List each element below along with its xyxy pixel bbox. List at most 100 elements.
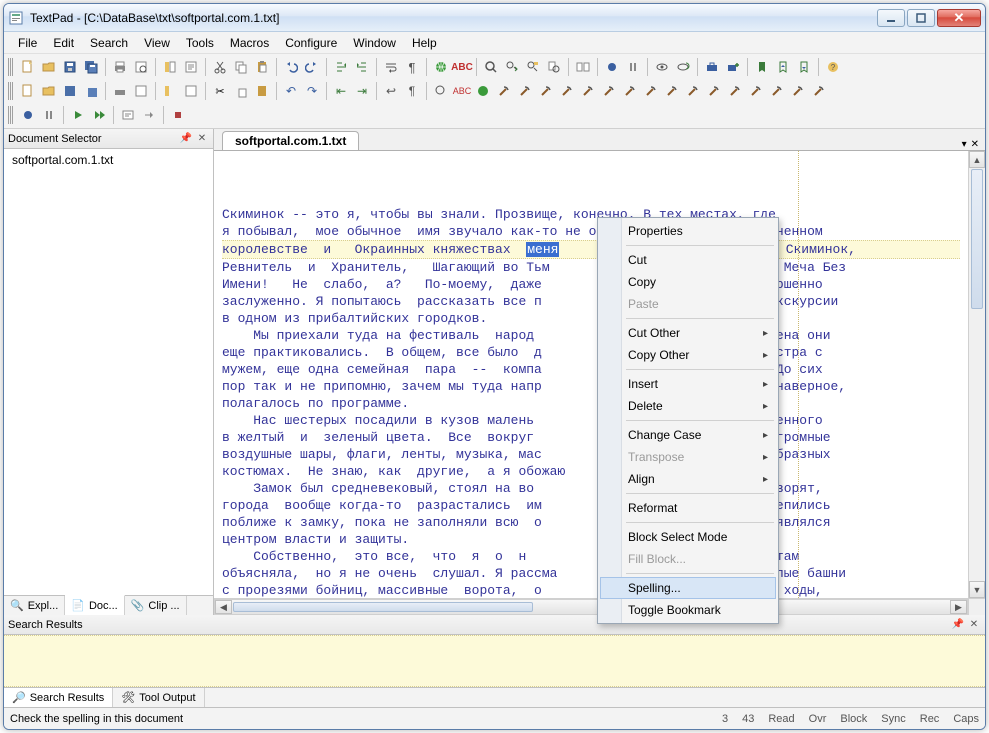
indent-right-icon[interactable]: [352, 57, 372, 77]
print-icon[interactable]: [110, 81, 130, 101]
external-tool-add-icon[interactable]: [723, 57, 743, 77]
menu-help[interactable]: Help: [404, 33, 445, 53]
paste-icon[interactable]: [252, 57, 272, 77]
cm-spelling[interactable]: Spelling...: [600, 577, 776, 599]
find-icon[interactable]: [431, 81, 451, 101]
menu-view[interactable]: View: [136, 33, 178, 53]
indent-left-icon[interactable]: ⇤: [331, 81, 351, 101]
cm-change-case[interactable]: Change Case: [600, 424, 776, 446]
word-wrap-icon[interactable]: [381, 57, 401, 77]
print-icon[interactable]: [110, 57, 130, 77]
tab-dropdown-icon[interactable]: ▾: [962, 139, 967, 150]
bookmark-icon[interactable]: [752, 57, 772, 77]
tool-pickaxe-icon[interactable]: [788, 81, 808, 101]
cm-align[interactable]: Align: [600, 468, 776, 490]
toolbar-grip[interactable]: [8, 82, 13, 100]
cm-cut[interactable]: Cut: [600, 249, 776, 271]
paste-icon[interactable]: [252, 81, 272, 101]
spelling-icon[interactable]: ABC: [452, 81, 472, 101]
titlebar[interactable]: TextPad - [C:\DataBase\txt\softportal.co…: [4, 4, 985, 32]
tool-pickaxe-icon[interactable]: [704, 81, 724, 101]
indent-left-icon[interactable]: [331, 57, 351, 77]
replace-icon[interactable]: [523, 57, 543, 77]
redo-icon[interactable]: ↷: [302, 81, 322, 101]
macros-list-icon[interactable]: [118, 105, 138, 125]
tool-pickaxe-icon[interactable]: [620, 81, 640, 101]
view-spy-icon[interactable]: [652, 57, 672, 77]
macros-step-icon[interactable]: [139, 105, 159, 125]
tool-pickaxe-icon[interactable]: [599, 81, 619, 101]
close-icon[interactable]: ✕: [195, 132, 209, 146]
panel-header[interactable]: Search Results 📌 ✕: [4, 615, 985, 635]
pause-macro-icon[interactable]: [39, 105, 59, 125]
document-tab[interactable]: softportal.com.1.txt: [222, 131, 359, 150]
word-wrap-icon[interactable]: ↩: [381, 81, 401, 101]
save-icon[interactable]: [60, 57, 80, 77]
new-file-icon[interactable]: [18, 57, 38, 77]
indent-right-icon[interactable]: ⇥: [352, 81, 372, 101]
tool-pickaxe-icon[interactable]: [557, 81, 577, 101]
redo-icon[interactable]: [302, 57, 322, 77]
tool-pickaxe-icon[interactable]: [809, 81, 829, 101]
scroll-thumb[interactable]: [233, 602, 533, 612]
close-button[interactable]: ✕: [937, 9, 981, 27]
undo-icon[interactable]: [281, 57, 301, 77]
tool-pickaxe-icon[interactable]: [683, 81, 703, 101]
tool-pickaxe-icon[interactable]: [515, 81, 535, 101]
spelling-icon[interactable]: ABC: [452, 57, 472, 77]
find-next-icon[interactable]: [502, 57, 522, 77]
document-list-item[interactable]: softportal.com.1.txt: [6, 151, 211, 169]
tool-pickaxe-icon[interactable]: [746, 81, 766, 101]
play-macro-icon[interactable]: [68, 105, 88, 125]
close-icon[interactable]: ✕: [967, 618, 981, 632]
record-macro-dot-icon[interactable]: [18, 105, 38, 125]
scroll-left-icon[interactable]: ◀: [215, 600, 232, 614]
undo-icon[interactable]: ↶: [281, 81, 301, 101]
cut-icon[interactable]: [210, 57, 230, 77]
cm-block-select[interactable]: Block Select Mode: [600, 526, 776, 548]
cm-transpose[interactable]: Transpose: [600, 446, 776, 468]
doc-selector-icon[interactable]: [160, 81, 180, 101]
cm-cut-other[interactable]: Cut Other: [600, 322, 776, 344]
browser-icon[interactable]: [431, 57, 451, 77]
menu-window[interactable]: Window: [345, 33, 404, 53]
minimize-button[interactable]: [877, 9, 905, 27]
scroll-right-icon[interactable]: ▶: [950, 600, 967, 614]
panel-header[interactable]: Document Selector 📌 ✕: [4, 129, 213, 149]
cm-toggle-bookmark[interactable]: Toggle Bookmark: [600, 599, 776, 621]
vertical-scrollbar[interactable]: ▲ ▼: [968, 151, 985, 598]
search-results-body[interactable]: [4, 635, 985, 687]
prev-bookmark-icon[interactable]: [773, 57, 793, 77]
pin-icon[interactable]: 📌: [951, 618, 965, 632]
browser-icon[interactable]: [473, 81, 493, 101]
tab-tool-output[interactable]: 🛠Tool Output: [113, 688, 204, 707]
tool-pickaxe-icon[interactable]: [767, 81, 787, 101]
show-whitespace-icon[interactable]: ¶: [402, 81, 422, 101]
menu-search[interactable]: Search: [82, 33, 136, 53]
toolbar-grip[interactable]: [8, 58, 13, 76]
tool-pickaxe-icon[interactable]: [536, 81, 556, 101]
cm-delete[interactable]: Delete: [600, 395, 776, 417]
view-spy-reload-icon[interactable]: [673, 57, 693, 77]
tab-clip[interactable]: 📎Clip ...: [125, 596, 187, 615]
cm-reformat[interactable]: Reformat: [600, 497, 776, 519]
open-file-icon[interactable]: [39, 57, 59, 77]
copy-icon[interactable]: [231, 57, 251, 77]
menu-tools[interactable]: Tools: [178, 33, 222, 53]
cm-properties[interactable]: Properties: [600, 220, 776, 242]
help-icon[interactable]: ?: [823, 57, 843, 77]
tab-document[interactable]: 📄Doc...: [65, 595, 124, 615]
toolbar-grip[interactable]: [8, 106, 13, 124]
tool-pickaxe-icon[interactable]: [641, 81, 661, 101]
new-file-icon[interactable]: [18, 81, 38, 101]
tool-pickaxe-icon[interactable]: [494, 81, 514, 101]
next-bookmark-icon[interactable]: [794, 57, 814, 77]
tool-pickaxe-icon[interactable]: [725, 81, 745, 101]
save-icon[interactable]: [60, 81, 80, 101]
find-icon[interactable]: [481, 57, 501, 77]
menu-edit[interactable]: Edit: [45, 33, 82, 53]
doc-selector-icon[interactable]: [160, 57, 180, 77]
pause-macro-icon[interactable]: [623, 57, 643, 77]
menu-configure[interactable]: Configure: [277, 33, 345, 53]
scroll-up-icon[interactable]: ▲: [969, 151, 985, 168]
